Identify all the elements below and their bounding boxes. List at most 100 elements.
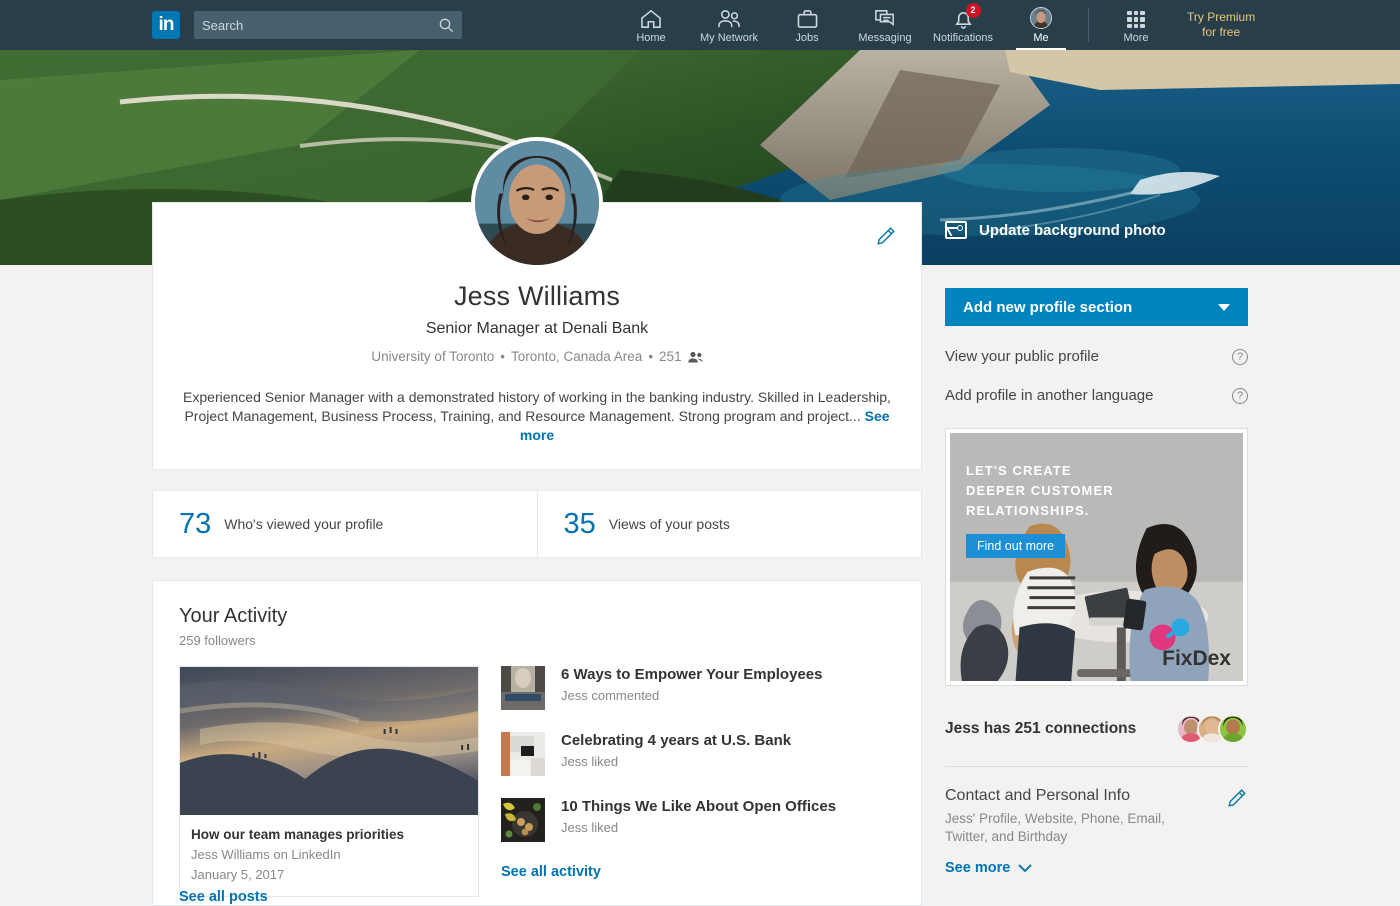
find-out-more-button[interactable]: Find out more xyxy=(966,534,1065,558)
people-icon xyxy=(717,7,741,29)
see-all-posts-link[interactable]: See all posts xyxy=(179,889,268,905)
activity-item-title: Celebrating 4 years at U.S. Bank xyxy=(561,732,791,750)
profile-connections-count[interactable]: 251 xyxy=(659,349,682,364)
avatar[interactable] xyxy=(471,137,603,269)
post-thumbnail xyxy=(180,667,478,815)
nav-label-more: More xyxy=(1123,32,1148,44)
activity-thumbnail xyxy=(501,732,545,776)
briefcase-icon xyxy=(797,7,818,29)
sidebar-item-add-language[interactable]: Add profile in another language ? xyxy=(945,387,1248,404)
premium-line-1: Try Premium xyxy=(1187,10,1255,25)
post-card[interactable]: How our team manages priorities Jess Wil… xyxy=(179,666,479,897)
notifications-badge: 2 xyxy=(966,3,981,18)
nav-item-home[interactable]: Home xyxy=(612,0,690,50)
list-item[interactable]: 6 Ways to Empower Your Employees Jess co… xyxy=(501,666,895,710)
nav-label-notifications: Notifications xyxy=(933,32,993,44)
help-icon[interactable]: ? xyxy=(1232,388,1248,404)
list-item[interactable]: 10 Things We Like About Open Offices Jes… xyxy=(501,798,895,842)
bell-icon: 2 xyxy=(953,7,974,29)
linkedin-logo[interactable]: in xyxy=(152,11,180,39)
meta-sep-1: • xyxy=(500,349,505,364)
activity-item-action: Jess commented xyxy=(561,688,822,703)
see-more-label: See more xyxy=(945,860,1010,876)
premium-line-2: for free xyxy=(1187,25,1255,40)
edit-contact-pencil-icon[interactable] xyxy=(1226,787,1248,809)
sidebar-item-view-public-profile[interactable]: View your public profile ? xyxy=(945,348,1248,365)
update-background-photo-label: Update background photo xyxy=(979,222,1166,239)
activity-text: 10 Things We Like About Open Offices Jes… xyxy=(561,798,836,842)
profile-school: University of Toronto xyxy=(371,349,494,364)
contact-info-title: Contact and Personal Info xyxy=(945,787,1185,805)
activity-item-action: Jess liked xyxy=(561,820,836,835)
meta-sep-2: • xyxy=(648,349,653,364)
nav-item-my-network[interactable]: My Network xyxy=(690,0,768,50)
activity-thumbnail xyxy=(501,666,545,710)
add-new-profile-section-button[interactable]: Add new profile section xyxy=(945,288,1248,326)
profile-card: Jess Williams Senior Manager at Denali B… xyxy=(152,202,922,470)
ad-line-1: LET'S CREATE xyxy=(966,461,1114,481)
connections-text: Jess has 251 connections xyxy=(945,720,1136,738)
profile-headline: Senior Manager at Denali Bank xyxy=(179,320,895,338)
stat-number: 35 xyxy=(564,508,596,541)
search-input[interactable] xyxy=(202,18,438,33)
help-icon[interactable]: ? xyxy=(1232,349,1248,365)
main-column: Jess Williams Senior Manager at Denali B… xyxy=(152,202,922,906)
activity-text: 6 Ways to Empower Your Employees Jess co… xyxy=(561,666,822,710)
activity-thumbnail xyxy=(501,798,545,842)
nav-avatar xyxy=(1030,7,1052,29)
activity-item-action: Jess liked xyxy=(561,754,791,769)
avatar-icon xyxy=(1030,7,1052,29)
nav-label-me: Me xyxy=(1033,32,1048,44)
stats-card: 73 Who's viewed your profile 35 Views of… xyxy=(152,490,922,558)
profile-meta: University of Toronto • Toronto, Canada … xyxy=(179,349,895,364)
right-sidebar: Add new profile section View your public… xyxy=(945,288,1248,876)
home-icon xyxy=(640,7,662,29)
list-item[interactable]: Celebrating 4 years at U.S. Bank Jess li… xyxy=(501,732,895,776)
ad-line-3: RELATIONSHIPS. xyxy=(966,501,1114,521)
connections-row[interactable]: Jess has 251 connections xyxy=(945,714,1248,744)
nav-item-me[interactable]: Me xyxy=(1002,0,1080,50)
nav-items: Home My Network Jobs xyxy=(612,0,1175,50)
followers-count: 259 followers xyxy=(179,633,895,648)
ad-line-2: DEEPER CUSTOMER xyxy=(966,481,1114,501)
nav-item-jobs[interactable]: Jobs xyxy=(768,0,846,50)
nav-item-messaging[interactable]: Messaging xyxy=(846,0,924,50)
nav-item-notifications[interactable]: 2 Notifications xyxy=(924,0,1002,50)
contact-info-subtitle: Jess' Profile, Website, Phone, Email, Tw… xyxy=(945,810,1185,846)
activity-card: Your Activity 259 followers xyxy=(152,580,922,906)
update-background-photo-button[interactable]: Update background photo xyxy=(945,221,1166,239)
stat-profile-views[interactable]: 73 Who's viewed your profile xyxy=(153,491,537,557)
nav-item-more[interactable]: More xyxy=(1097,0,1175,50)
profile-summary: Experienced Senior Manager with a demons… xyxy=(179,388,895,445)
chevron-down-icon xyxy=(1218,304,1230,311)
nav-label-messaging: Messaging xyxy=(858,32,911,44)
activity-text: Celebrating 4 years at U.S. Bank Jess li… xyxy=(561,732,791,776)
search-icon[interactable] xyxy=(438,17,454,33)
ad-brand: FixDex xyxy=(1162,647,1231,671)
see-all-activity-link[interactable]: See all activity xyxy=(501,864,895,880)
add-section-label: Add new profile section xyxy=(963,299,1132,316)
chevron-down-icon xyxy=(1018,864,1032,873)
nav-label-home: Home xyxy=(636,32,665,44)
advertisement-card[interactable]: LET'S CREATE DEEPER CUSTOMER RELATIONSHI… xyxy=(945,428,1248,686)
activity-title: Your Activity xyxy=(179,605,895,628)
see-more-contact-link[interactable]: See more xyxy=(945,860,1248,876)
stat-label: Who's viewed your profile xyxy=(224,516,383,532)
divider xyxy=(945,766,1248,767)
sidebar-item-label: View your public profile xyxy=(945,348,1099,365)
search-box[interactable] xyxy=(194,11,462,39)
ad-headline: LET'S CREATE DEEPER CUSTOMER RELATIONSHI… xyxy=(966,461,1114,521)
nav-label-jobs: Jobs xyxy=(795,32,818,44)
connection-avatars xyxy=(1176,714,1248,744)
stat-number: 73 xyxy=(179,508,211,541)
nav-label-my-network: My Network xyxy=(700,32,758,44)
photo-icon xyxy=(945,221,967,239)
edit-profile-pencil-icon[interactable] xyxy=(875,225,897,247)
ad-brand-name: FixDex xyxy=(1162,647,1231,671)
post-author: Jess Williams on LinkedIn xyxy=(191,847,467,862)
activity-item-title: 10 Things We Like About Open Offices xyxy=(561,798,836,816)
try-premium-link[interactable]: Try Premium for free xyxy=(1187,10,1255,40)
contact-info-section[interactable]: Contact and Personal Info Jess' Profile,… xyxy=(945,787,1248,846)
activity-list: 6 Ways to Empower Your Employees Jess co… xyxy=(501,666,895,897)
stat-post-views[interactable]: 35 Views of your posts xyxy=(537,491,922,557)
